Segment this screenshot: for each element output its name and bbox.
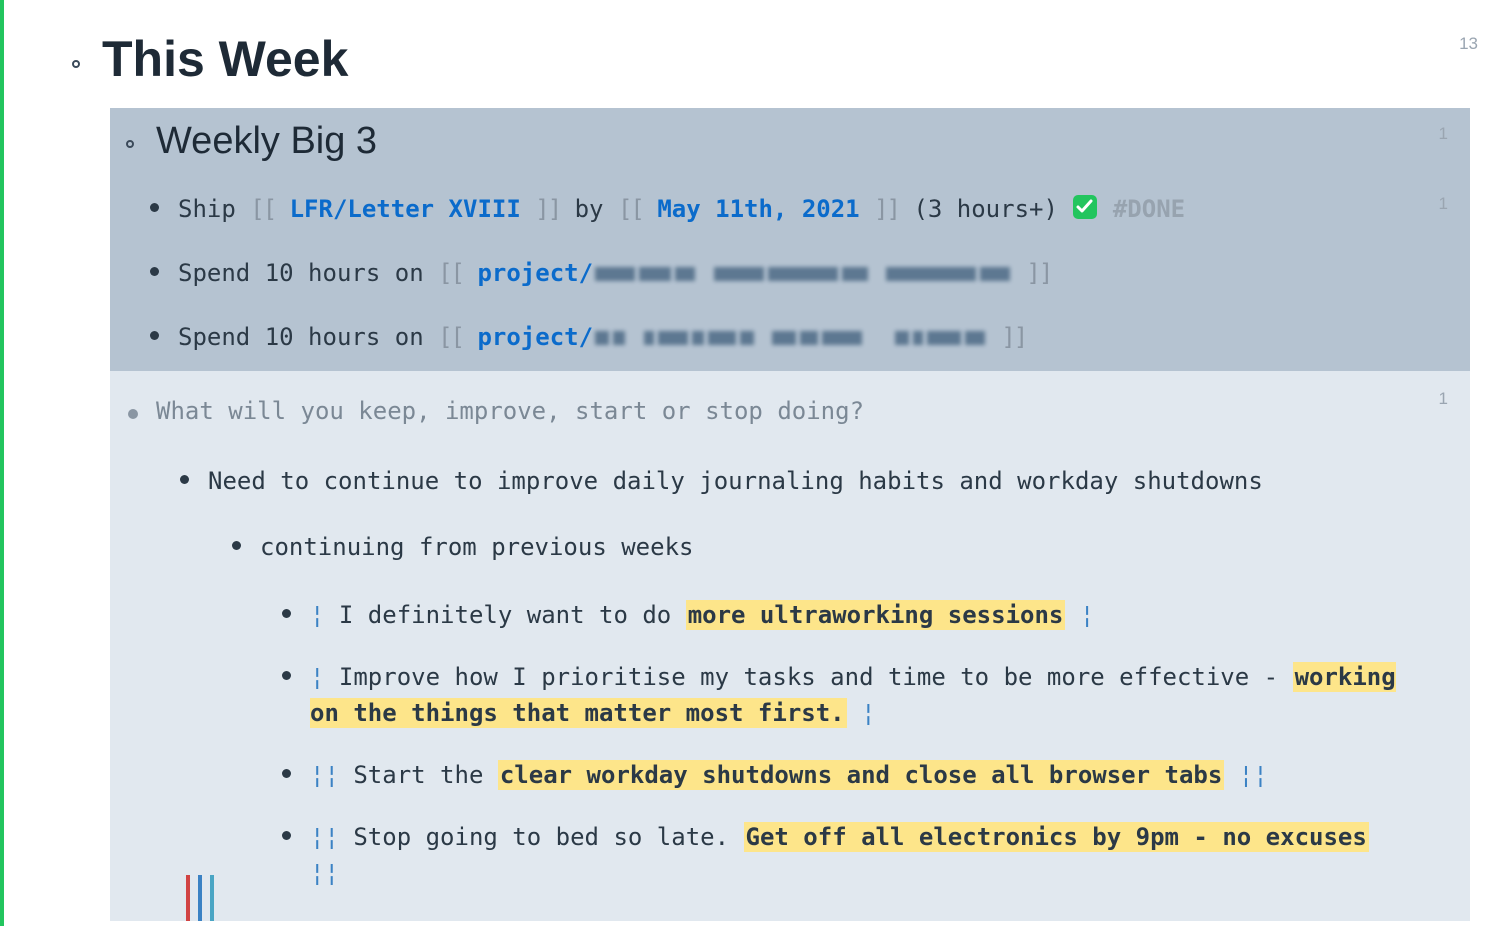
reflect-line[interactable]: Need to continue to improve daily journa… (208, 463, 1470, 499)
redacted-text (593, 323, 987, 351)
bullet-icon[interactable] (150, 203, 159, 212)
bracket-close: ]] (1001, 323, 1026, 351)
nested-item[interactable]: ¦¦ Stop going to bed so late. Get off al… (310, 819, 1470, 891)
reflect-block[interactable]: 1 What will you keep, improve, start or … (110, 371, 1470, 921)
nested-text[interactable]: Start the (353, 761, 498, 789)
page-title[interactable]: This Week (102, 30, 1470, 88)
bullet-icon[interactable] (126, 140, 134, 148)
big3-item[interactable]: Spend 10 hours on [[ project/ ]] (178, 319, 1470, 355)
nested-list: ¦ I definitely want to do more ultrawork… (310, 565, 1470, 891)
page-title-row[interactable]: This Week (60, 0, 1470, 88)
block-ref-marker[interactable]: ¦ (861, 699, 875, 727)
bullet-icon[interactable] (282, 609, 291, 618)
reflect-question[interactable]: What will you keep, improve, start or st… (156, 397, 864, 425)
nested-text[interactable]: I definitely want to do (339, 601, 686, 629)
block-ref-marker[interactable]: ¦ (310, 601, 324, 629)
big3-item[interactable]: Ship [[ LFR/Letter XVIII ]] by [[ May 11… (178, 191, 1470, 227)
highlight-text[interactable]: more ultraworking sessions (686, 600, 1066, 630)
item-text: Spend 10 hours on (178, 259, 438, 287)
block-ref-marker[interactable]: ¦¦ (310, 823, 339, 851)
bracket-close: ]] (874, 195, 899, 223)
bullet-icon[interactable] (282, 671, 291, 680)
nest-bar-teal (210, 875, 214, 921)
bullet-icon[interactable] (150, 331, 159, 340)
bracket-close: ]] (1026, 259, 1051, 287)
page-link[interactable]: LFR/Letter XVIII (290, 195, 521, 223)
bracket-open: [[ (438, 323, 463, 351)
redacted-text (593, 259, 1012, 287)
date-link[interactable]: May 11th, 2021 (657, 195, 859, 223)
block-ref-marker[interactable]: ¦ (310, 663, 324, 691)
bracket-close: ]] (535, 195, 560, 223)
bracket-open: [[ (438, 259, 463, 287)
nested-item[interactable]: ¦¦ Start the clear workday shutdowns and… (310, 757, 1470, 793)
nested-text[interactable]: Stop going to bed so late. (353, 823, 743, 851)
highlight-text[interactable]: Get off all electronics by 9pm - no excu… (744, 822, 1369, 852)
document-page: 13 This Week 1 Weekly Big 3 1 Ship [[ LF… (60, 0, 1500, 926)
page-link[interactable]: project/ (477, 259, 593, 287)
big3-heading-row[interactable]: Weekly Big 3 (110, 114, 1470, 163)
nest-bar-blue (198, 875, 202, 921)
nested-item[interactable]: ¦ Improve how I prioritise my tasks and … (310, 659, 1470, 731)
block-ref-marker[interactable]: ¦¦ (310, 761, 339, 789)
nest-bar-red (186, 875, 190, 921)
item-text: (3 hours+) (913, 195, 1072, 223)
block-ref-marker[interactable]: ¦¦ (310, 859, 339, 887)
item-text: by (575, 195, 618, 223)
item-text: Spend 10 hours on (178, 323, 438, 351)
block-ref-marker[interactable]: ¦¦ (1239, 761, 1268, 789)
nesting-bars (186, 875, 226, 921)
bullet-icon[interactable] (282, 831, 291, 840)
bracket-open: [[ (250, 195, 275, 223)
bullet-icon[interactable] (150, 267, 159, 276)
highlight-text[interactable]: clear workday shutdowns and close all br… (498, 760, 1224, 790)
reflect-line[interactable]: continuing from previous weeks (260, 529, 1470, 565)
bullet-icon[interactable] (282, 769, 291, 778)
weekly-big3-block[interactable]: 1 Weekly Big 3 1 Ship [[ LFR/Letter XVII… (110, 108, 1470, 371)
bullet-icon[interactable] (72, 60, 80, 68)
bullet-icon[interactable] (232, 541, 241, 550)
bullet-icon[interactable] (128, 409, 138, 419)
done-tag[interactable]: #DONE (1113, 195, 1185, 223)
check-icon (1072, 194, 1098, 220)
block-ref-marker[interactable]: ¦ (1080, 601, 1094, 629)
nested-item[interactable]: ¦ I definitely want to do more ultrawork… (310, 597, 1470, 633)
bullet-icon[interactable] (180, 475, 189, 484)
big3-item[interactable]: Spend 10 hours on [[ project/ ]] (178, 255, 1470, 291)
item-text: Ship (178, 195, 250, 223)
reflect-question-row[interactable]: What will you keep, improve, start or st… (156, 381, 1470, 425)
page-accent-bar (0, 0, 4, 926)
big3-heading[interactable]: Weekly Big 3 (156, 114, 1470, 163)
page-link[interactable]: project/ (477, 323, 593, 351)
bracket-open: [[ (618, 195, 643, 223)
reflect-text[interactable]: continuing from previous weeks (260, 533, 693, 561)
reflect-text[interactable]: Need to continue to improve daily journa… (208, 467, 1263, 495)
nested-text[interactable]: Improve how I prioritise my tasks and ti… (339, 663, 1293, 691)
